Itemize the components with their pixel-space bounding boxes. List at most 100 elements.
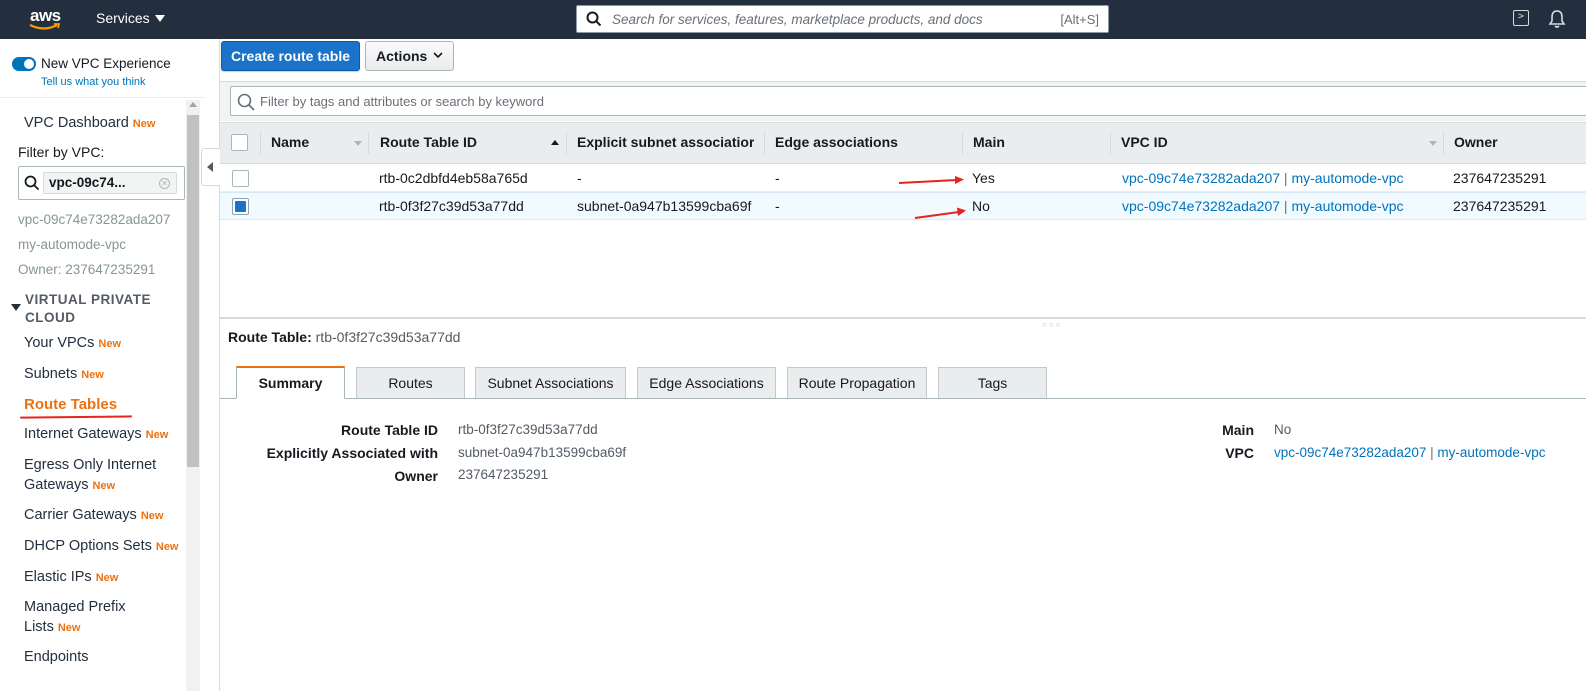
vpc-filter-input[interactable]: vpc-09c74... ✕ [18, 166, 185, 200]
sidebar-item-egress-only-internet-gateways[interactable]: Egress Only Internet Gateways New [24, 455, 184, 496]
vpc-name-link[interactable]: my-automode-vpc [1291, 198, 1403, 214]
tab-route-propagation[interactable]: Route Propagation [787, 367, 927, 398]
vpc-id-link[interactable]: vpc-09c74e73282ada207 [1122, 170, 1280, 186]
vpc-id-link[interactable]: vpc-09c74e73282ada207 [1274, 445, 1426, 460]
sidebar-scrollbar-thumb[interactable] [187, 115, 199, 467]
sort-asc-icon[interactable] [551, 140, 559, 145]
new-badge: New [57, 622, 81, 634]
tab-summary[interactable]: Summary [236, 366, 345, 399]
detail-title: Route Table: rtb-0f3f27c39d53a77dd [228, 329, 460, 345]
column-divider [962, 132, 963, 154]
tab-subnet-associations[interactable]: Subnet Associations [475, 367, 626, 398]
collapse-sidebar-button[interactable] [201, 148, 220, 186]
tab-tags[interactable]: Tags [938, 367, 1047, 398]
sidebar-item-your-vpcs[interactable]: Your VPCs New [24, 333, 121, 354]
sidebar-item-carrier-gateways[interactable]: Carrier Gateways New [24, 505, 163, 526]
panel-splitter[interactable] [220, 317, 1586, 319]
column-divider [566, 132, 567, 154]
search-icon [237, 93, 255, 111]
sidebar-item-dhcp-options-sets[interactable]: DHCP Options Sets New [24, 536, 179, 557]
column-header-main[interactable]: Main [973, 134, 1005, 150]
sidebar-item-label: Internet Gateways [24, 426, 142, 442]
field-value-vpc[interactable]: vpc-09c74e73282ada207 | my-automode-vpc [1274, 445, 1545, 460]
create-route-table-button[interactable]: Create route table [221, 41, 360, 71]
section-title-virtual-private-cloud[interactable]: VIRTUAL PRIVATE CLOUD [25, 291, 185, 327]
sidebar-item-managed-prefix-lists[interactable]: Managed Prefix Lists New [24, 597, 184, 638]
sidebar-item-endpoints[interactable]: Endpoints [24, 647, 89, 667]
column-divider [1443, 132, 1444, 154]
global-search-input[interactable]: Search for services, features, marketpla… [576, 5, 1109, 33]
vpc-name-link[interactable]: my-automode-vpc [1291, 170, 1403, 186]
sidebar-item-label: VPC Dashboard [24, 115, 129, 131]
caret-down-icon [154, 15, 165, 22]
aws-logo[interactable]: aws [28, 4, 68, 32]
detail-title-value: rtb-0f3f27c39d53a77dd [315, 329, 461, 345]
field-label-main: Main [1222, 422, 1254, 438]
cell-vpc-id[interactable]: vpc-09c74e73282ada207 | my-automode-vpc [1122, 170, 1404, 186]
sidebar-item-label-line2: Gateways [24, 477, 89, 493]
sort-desc-icon[interactable] [354, 141, 362, 146]
new-vpc-experience-toggle[interactable] [12, 57, 36, 71]
search-icon [586, 11, 602, 27]
tell-us-link[interactable]: Tell us what you think [41, 76, 146, 88]
column-header-explicit-subnet-association[interactable]: Explicit subnet associatior [577, 134, 754, 150]
top-navigation-bar: aws Services Search for services, featur… [0, 0, 1586, 39]
section-collapse-icon[interactable] [11, 304, 21, 311]
services-menu[interactable]: Services [96, 10, 165, 26]
sidebar-item-label: Your VPCs [24, 335, 95, 351]
tab-edge-associations[interactable]: Edge Associations [637, 367, 776, 398]
sidebar: New VPC Experience Tell us what you thin… [0, 39, 220, 691]
column-divider [368, 132, 369, 154]
cloudshell-icon[interactable]: > [1513, 10, 1529, 26]
new-badge: New [140, 510, 164, 522]
new-badge: New [132, 118, 156, 130]
sidebar-item-route-tables[interactable]: Route Tables [24, 396, 117, 413]
table-filter-input[interactable]: Filter by tags and attributes or search … [230, 86, 1586, 116]
vpc-name-link[interactable]: my-automode-vpc [1437, 445, 1545, 460]
tabs-baseline [220, 398, 1586, 399]
vpc-id-link[interactable]: vpc-09c74e73282ada207 [1122, 198, 1280, 214]
bell-icon[interactable] [1548, 9, 1566, 29]
column-header-route-table-id[interactable]: Route Table ID [380, 134, 477, 150]
vpc-separator: | [1280, 170, 1292, 186]
vpc-filter-chip: vpc-09c74... ✕ [43, 172, 177, 194]
chevron-down-icon [433, 52, 443, 59]
new-badge: New [92, 480, 116, 492]
clear-filter-icon[interactable]: ✕ [159, 178, 170, 189]
sort-desc-icon[interactable] [1429, 141, 1437, 146]
sidebar-item-label: Endpoints [24, 649, 89, 665]
field-value-owner: 237647235291 [458, 467, 549, 482]
actions-label: Actions [376, 48, 428, 64]
red-arrow-annotation [914, 207, 966, 219]
new-vpc-experience-label: New VPC Experience [41, 56, 171, 71]
resize-grip-icon[interactable]: ○○○ [1042, 320, 1063, 329]
sidebar-item-label-line2: Lists [24, 619, 54, 635]
actions-dropdown-button[interactable]: Actions [365, 41, 454, 71]
column-header-owner[interactable]: Owner [1454, 134, 1498, 150]
sidebar-item-elastic-ips[interactable]: Elastic IPs New [24, 567, 118, 588]
cell-subnet-association: subnet-0a947b13599cba69f [577, 198, 752, 214]
new-badge: New [155, 541, 179, 553]
row-checkbox-checked[interactable] [232, 198, 249, 215]
column-header-vpc-id[interactable]: VPC ID [1121, 134, 1168, 150]
sidebar-item-subnets[interactable]: Subnets New [24, 364, 104, 385]
cell-vpc-id[interactable]: vpc-09c74e73282ada207 | my-automode-vpc [1122, 198, 1404, 214]
field-label-route-table-id: Route Table ID [341, 422, 438, 438]
row-checkbox[interactable] [232, 170, 249, 187]
select-all-checkbox[interactable] [231, 134, 248, 151]
cell-owner: 237647235291 [1453, 170, 1547, 186]
scroll-up-icon[interactable] [189, 102, 197, 107]
vpc-separator: | [1426, 445, 1438, 460]
cell-route-table-id: rtb-0c2dbfd4eb58a765d [379, 170, 528, 186]
column-header-name[interactable]: Name [271, 134, 309, 150]
column-header-edge-associations[interactable]: Edge associations [775, 134, 898, 150]
sidebar-item-internet-gateways[interactable]: Internet Gateways New [24, 424, 168, 445]
cell-edge-associations: - [775, 170, 780, 186]
tab-routes[interactable]: Routes [356, 367, 465, 398]
search-icon [24, 175, 40, 191]
new-badge: New [98, 338, 122, 350]
sidebar-item-label-line1: Managed Prefix [24, 599, 126, 615]
filter-vpc-owner: Owner: 237647235291 [18, 262, 156, 277]
sidebar-item-vpc-dashboard[interactable]: VPC Dashboard New [24, 113, 155, 134]
field-value-main: No [1274, 422, 1292, 437]
